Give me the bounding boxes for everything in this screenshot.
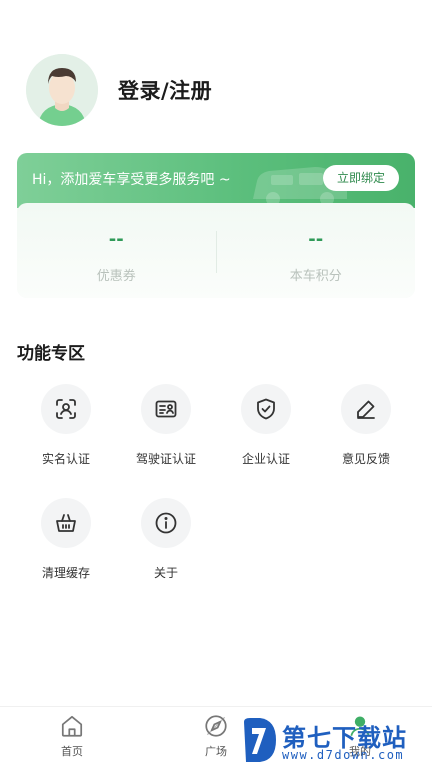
bind-now-button[interactable]: 立即绑定 — [323, 165, 399, 191]
watermark-logo: 第七下载站 www.d7down.com — [240, 716, 430, 766]
points-label: 本车积分 — [289, 269, 342, 284]
default-avatar-icon — [26, 54, 98, 126]
features-title: 功能专区 — [17, 344, 85, 364]
tab-label: 首页 — [61, 745, 83, 758]
id-scan-icon — [41, 384, 91, 434]
points-stat[interactable]: -- 本车积分 — [217, 203, 416, 298]
feature-label: 实名认证 — [41, 452, 90, 466]
d7-logo-icon — [244, 718, 276, 762]
home-icon — [61, 715, 83, 737]
feature-label: 关于 — [153, 566, 178, 580]
feature-real-name[interactable]: 实名认证 — [17, 384, 115, 467]
car-card: Hi，添加爱车享受更多服务吧 ~ 立即绑定 -- 优惠券 -- 本车积分 — [17, 153, 415, 298]
compass-icon — [205, 715, 227, 737]
feature-feedback[interactable]: 意见反馈 — [317, 384, 415, 467]
feature-about[interactable]: 关于 — [117, 498, 215, 581]
login-register-link[interactable]: 登录/注册 — [118, 75, 212, 105]
coupon-count: -- — [108, 229, 124, 250]
feature-label: 驾驶证认证 — [135, 452, 196, 466]
feature-driver-license[interactable]: 驾驶证认证 — [117, 384, 215, 467]
coupon-stat[interactable]: -- 优惠券 — [17, 203, 216, 298]
feature-label: 企业认证 — [241, 452, 290, 466]
points-count: -- — [308, 229, 324, 250]
avatar[interactable] — [26, 54, 98, 126]
basket-icon — [41, 498, 91, 548]
watermark-url: www.d7down.com — [282, 748, 405, 762]
shield-check-icon — [241, 384, 291, 434]
feature-clear-cache[interactable]: 清理缓存 — [17, 498, 115, 581]
banner-text: Hi，添加爱车享受更多服务吧 ~ — [32, 172, 231, 188]
tab-label: 广场 — [205, 745, 227, 758]
add-car-banner[interactable]: Hi，添加爱车享受更多服务吧 ~ 立即绑定 — [17, 153, 415, 208]
feature-label: 清理缓存 — [41, 566, 90, 580]
car-stats: -- 优惠券 -- 本车积分 — [17, 203, 415, 298]
coupon-label: 优惠券 — [96, 269, 136, 284]
tab-home[interactable]: 首页 — [27, 713, 117, 759]
profile-header[interactable]: 登录/注册 — [26, 52, 212, 128]
info-icon — [141, 498, 191, 548]
feature-enterprise[interactable]: 企业认证 — [217, 384, 315, 467]
pen-edit-icon — [341, 384, 391, 434]
feature-label: 意见反馈 — [341, 452, 390, 466]
license-card-icon — [141, 384, 191, 434]
